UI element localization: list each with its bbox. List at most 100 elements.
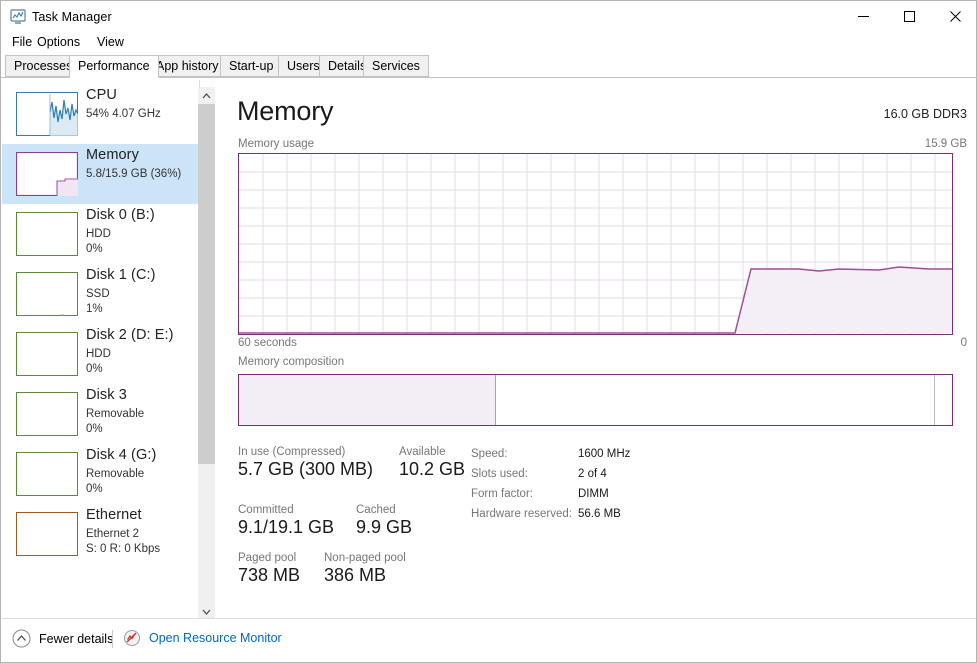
sidebar-item-ethernet-name: Ethernet 2	[86, 528, 139, 540]
task-manager-icon	[9, 9, 27, 25]
ethernet-mini-graph-icon	[16, 512, 78, 556]
sidebar-item-cpu-sub: 54% 4.07 GHz	[86, 108, 161, 120]
composition-in-use-segment	[239, 375, 496, 425]
stat-available-label: Available	[399, 446, 465, 458]
sidebar-item-disk-2-usage: 0%	[86, 363, 103, 375]
chevron-up-circle-icon	[12, 629, 31, 648]
stat-committed-value: 9.1/19.1 GB	[238, 517, 334, 538]
stat-paged-pool-label: Paged pool	[238, 552, 300, 564]
memory-composition-bar[interactable]	[238, 374, 953, 426]
stat-cached-value: 9.9 GB	[356, 517, 412, 538]
stat-paged-pool-value: 738 MB	[238, 565, 300, 586]
spec-form-factor-value: DIMM	[578, 488, 609, 500]
spec-hardware-reserved-label: Hardware reserved:	[471, 508, 572, 520]
sidebar-item-disk-3-type: Removable	[86, 408, 144, 420]
sidebar-item-ethernet[interactable]: Ethernet Ethernet 2 S: 0 R: 0 Kbps	[2, 504, 198, 564]
stat-cached: Cached 9.9 GB	[356, 504, 412, 538]
resource-sidebar: CPU 54% 4.07 GHz Memory 5.8/15.9 GB (36%…	[2, 80, 200, 620]
stat-committed: Committed 9.1/19.1 GB	[238, 504, 334, 538]
sidebar-item-disk-3-title: Disk 3	[86, 387, 127, 403]
resource-monitor-icon	[123, 629, 141, 647]
disk-1-mini-graph-icon	[16, 272, 78, 316]
tab-services[interactable]: Services	[363, 55, 429, 77]
scrollbar-thumb[interactable]	[198, 104, 215, 464]
open-resource-monitor-label: Open Resource Monitor	[149, 631, 282, 645]
sidebar-item-cpu[interactable]: CPU 54% 4.07 GHz	[2, 84, 198, 144]
stat-in-use-label: In use (Compressed)	[238, 446, 373, 458]
sidebar-item-disk-4-type: Removable	[86, 468, 144, 480]
memory-usage-area	[239, 267, 952, 333]
sidebar-item-disk-0[interactable]: Disk 0 (B:) HDD 0%	[2, 204, 198, 264]
stat-non-paged-pool-label: Non-paged pool	[324, 552, 406, 564]
sidebar-item-disk-4-title: Disk 4 (G:)	[86, 447, 156, 463]
sidebar-item-disk-1-title: Disk 1 (C:)	[86, 267, 156, 283]
scroll-up-button[interactable]	[198, 87, 215, 104]
close-button[interactable]	[932, 1, 977, 32]
tab-strip: Processes Performance App history Start-…	[1, 55, 976, 78]
menu-item-view[interactable]: View	[93, 33, 128, 51]
fewer-details-label: Fewer details	[39, 632, 113, 646]
minimize-icon	[840, 1, 886, 32]
memory-mini-graph-icon	[16, 152, 78, 196]
tab-app-history[interactable]: App history	[147, 55, 228, 77]
stat-available-value: 10.2 GB	[399, 459, 465, 480]
disk-2-mini-graph-icon	[16, 332, 78, 376]
stat-in-use: In use (Compressed) 5.7 GB (300 MB)	[238, 446, 373, 480]
sidebar-scrollbar[interactable]	[198, 87, 215, 620]
stat-committed-label: Committed	[238, 504, 334, 516]
graph-time-axis-label: 60 seconds	[238, 337, 297, 349]
menu-item-file[interactable]: File	[8, 33, 36, 51]
footer-divider	[112, 630, 113, 648]
maximize-icon	[886, 1, 932, 32]
sidebar-item-disk-1[interactable]: Disk 1 (C:) SSD 1%	[2, 264, 198, 324]
sidebar-item-disk-0-type: HDD	[86, 228, 111, 240]
close-icon	[932, 1, 977, 32]
tab-start-up[interactable]: Start-up	[220, 55, 282, 77]
footer-bar: Fewer details Open Resource Monitor	[2, 618, 976, 661]
menu-bar: File Options View	[1, 33, 976, 53]
memory-usage-caption: Memory usage	[238, 138, 314, 150]
page-title: Memory	[237, 96, 333, 127]
sidebar-item-disk-3-usage: 0%	[86, 423, 103, 435]
sidebar-item-disk-4-usage: 0%	[86, 483, 103, 495]
memory-usage-max-label: 15.9 GB	[925, 138, 967, 150]
chevron-down-icon	[202, 609, 211, 615]
stat-in-use-value: 5.7 GB (300 MB)	[238, 459, 373, 480]
sidebar-item-memory[interactable]: Memory 5.8/15.9 GB (36%)	[2, 144, 198, 204]
disk-3-mini-graph-icon	[16, 392, 78, 436]
fewer-details-button[interactable]: Fewer details	[12, 629, 113, 648]
window-title: Task Manager	[32, 10, 112, 24]
sidebar-item-disk-4[interactable]: Disk 4 (G:) Removable 0%	[2, 444, 198, 504]
open-resource-monitor-link[interactable]: Open Resource Monitor	[123, 629, 282, 647]
graph-zero-axis-label: 0	[961, 337, 967, 349]
memory-detail-pane: Memory 16.0 GB DDR3 Memory usage 15.9 GB	[216, 80, 976, 620]
memory-usage-graph	[238, 153, 953, 335]
sidebar-item-disk-2-title: Disk 2 (D: E:)	[86, 327, 174, 343]
memory-composition-caption: Memory composition	[238, 356, 344, 368]
sidebar-item-disk-1-type: SSD	[86, 288, 110, 300]
sidebar-item-memory-sub: 5.8/15.9 GB (36%)	[86, 168, 181, 180]
tab-performance[interactable]: Performance	[69, 55, 159, 78]
disk-4-mini-graph-icon	[16, 452, 78, 496]
spec-speed-label: Speed:	[471, 448, 507, 460]
menu-item-options[interactable]: Options	[33, 33, 84, 51]
minimize-button[interactable]	[840, 1, 886, 32]
spec-slots-value: 2 of 4	[578, 468, 607, 480]
sidebar-item-ethernet-throughput: S: 0 R: 0 Kbps	[86, 543, 160, 555]
spec-form-factor-label: Form factor:	[471, 488, 533, 500]
spec-slots-label: Slots used:	[471, 468, 528, 480]
sidebar-item-memory-title: Memory	[86, 147, 139, 163]
sidebar-item-ethernet-title: Ethernet	[86, 507, 142, 523]
scrollbar-track[interactable]	[198, 104, 215, 603]
spec-speed-value: 1600 MHz	[578, 448, 630, 460]
sidebar-item-disk-3[interactable]: Disk 3 Removable 0%	[2, 384, 198, 444]
hardware-summary: 16.0 GB DDR3	[884, 107, 967, 121]
stat-non-paged-pool: Non-paged pool 386 MB	[324, 552, 406, 586]
sidebar-item-disk-0-usage: 0%	[86, 243, 103, 255]
composition-reserved-divider	[934, 375, 935, 425]
stat-non-paged-pool-value: 386 MB	[324, 565, 406, 586]
stat-paged-pool: Paged pool 738 MB	[238, 552, 300, 586]
maximize-button[interactable]	[886, 1, 932, 32]
title-bar: Task Manager	[1, 1, 976, 37]
sidebar-item-disk-2[interactable]: Disk 2 (D: E:) HDD 0%	[2, 324, 198, 384]
